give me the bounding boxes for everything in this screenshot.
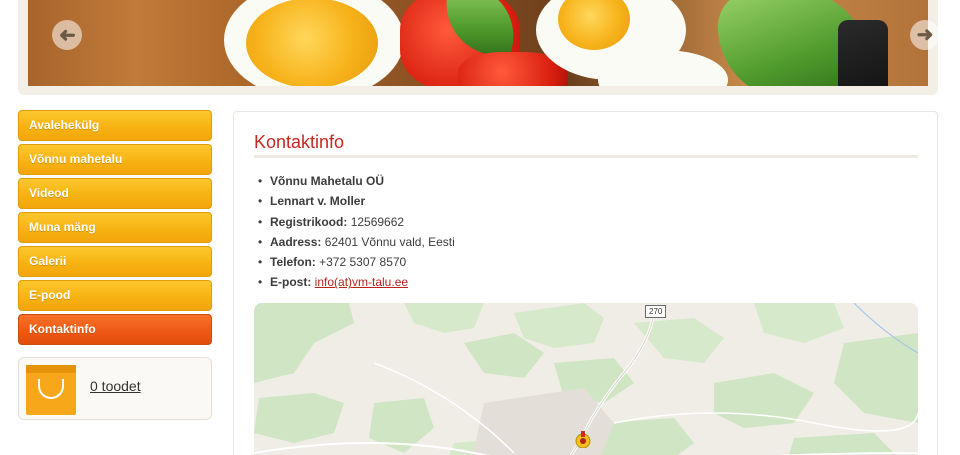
shopping-bag-icon[interactable] bbox=[26, 365, 76, 415]
menu-item-videod[interactable]: Videod bbox=[18, 178, 212, 209]
page-title: Kontaktinfo bbox=[254, 132, 345, 152]
cart-link[interactable]: 0 toodet bbox=[90, 378, 141, 394]
menu-item-avalehekulg[interactable]: Avalehekülg bbox=[18, 110, 212, 141]
arrow-right-icon: ➜ bbox=[916, 24, 934, 46]
list-item-person: Lennart v. Moller bbox=[258, 192, 455, 212]
slider-prev-button[interactable]: ➜ bbox=[52, 20, 82, 50]
menu-item-vonnu-mahetalu[interactable]: Võnnu mahetalu bbox=[18, 144, 212, 175]
menu-item-galerii[interactable]: Galerii bbox=[18, 246, 212, 277]
image-slider: ➜ ➜ bbox=[18, 0, 940, 95]
list-item-email: E-post: info(at)vm-talu.ee bbox=[258, 273, 455, 293]
list-item-phone: Telefon: +372 5307 8570 bbox=[258, 253, 455, 273]
menu-item-muna-mang[interactable]: Muna mäng bbox=[18, 212, 212, 243]
location-map[interactable]: 270 bbox=[254, 303, 918, 455]
list-item-regcode: Registrikood: 12569662 bbox=[258, 213, 455, 233]
map-marker-icon[interactable] bbox=[574, 430, 592, 448]
email-link[interactable]: info(at)vm-talu.ee bbox=[315, 275, 408, 289]
contact-info-list: Võnnu Mahetalu OÜ Lennart v. Moller Regi… bbox=[258, 172, 455, 294]
content-panel: Kontaktinfo Võnnu Mahetalu OÜ Lennart v.… bbox=[233, 111, 938, 455]
road-number-label: 270 bbox=[645, 305, 667, 318]
list-item-address: Aadress: 62401 Võnnu vald, Eesti bbox=[258, 233, 455, 253]
title-divider bbox=[254, 155, 918, 158]
arrow-left-icon: ➜ bbox=[58, 24, 76, 46]
sidebar-menu: Avalehekülg Võnnu mahetalu Videod Muna m… bbox=[18, 110, 212, 348]
slider-image bbox=[28, 0, 928, 86]
menu-item-e-pood[interactable]: E-pood bbox=[18, 280, 212, 311]
slider-next-button[interactable]: ➜ bbox=[910, 20, 940, 50]
list-item-company: Võnnu Mahetalu OÜ bbox=[258, 172, 455, 192]
menu-item-kontaktinfo[interactable]: Kontaktinfo bbox=[18, 314, 212, 345]
shopping-cart-box: 0 toodet bbox=[18, 357, 212, 420]
